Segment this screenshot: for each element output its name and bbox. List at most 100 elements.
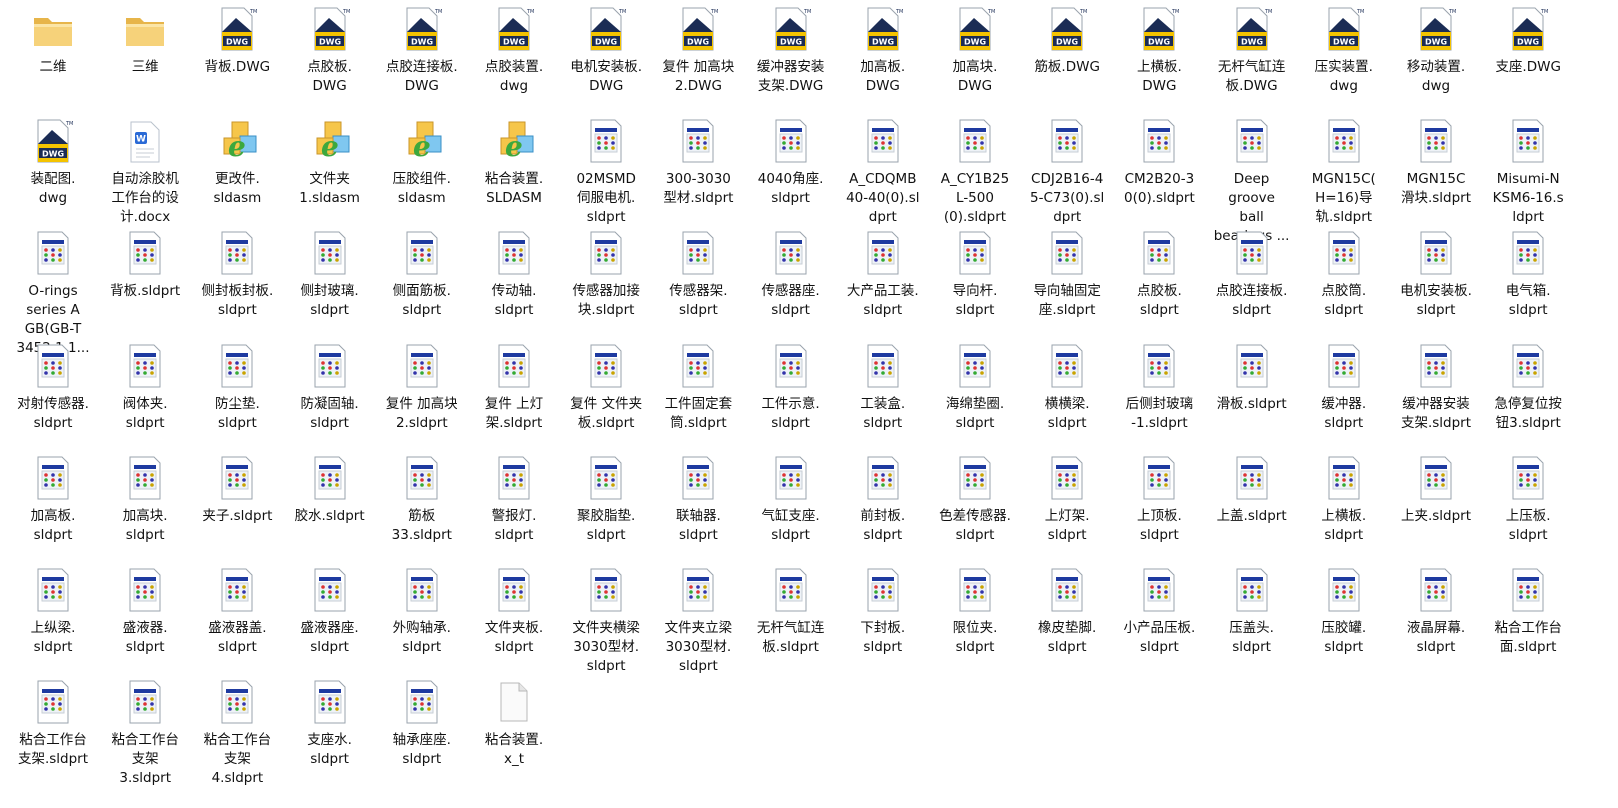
file-item[interactable]: 侧面筋板. sldprt xyxy=(376,228,468,340)
file-item[interactable]: 点胶连接板. sldprt xyxy=(1206,228,1298,340)
file-item[interactable]: 上灯架. sldprt xyxy=(1021,453,1113,565)
file-item[interactable]: 上压板. sldprt xyxy=(1482,453,1574,565)
file-item[interactable]: 防尘垫. sldprt xyxy=(191,341,283,453)
file-item[interactable]: 侧封板封板. sldprt xyxy=(191,228,283,340)
file-item[interactable]: 传感器架. sldprt xyxy=(652,228,744,340)
file-item[interactable]: 粘合装置. x_t xyxy=(468,677,560,789)
file-item[interactable]: 粘合工作台 支架 4.sldprt xyxy=(191,677,283,789)
file-item[interactable]: DWG TM 支座.DWG xyxy=(1482,4,1574,116)
file-item[interactable]: 气缸支座. sldprt xyxy=(745,453,837,565)
file-item[interactable]: 导向杆. sldprt xyxy=(929,228,1021,340)
file-item[interactable]: 加高板. sldprt xyxy=(7,453,99,565)
file-item[interactable]: A_CY1B25 L-500 (0).sldprt xyxy=(929,116,1021,228)
file-item[interactable]: 限位夹. sldprt xyxy=(929,565,1021,677)
file-item[interactable]: 上横板. sldprt xyxy=(1298,453,1390,565)
file-item[interactable]: 胶水.sldprt xyxy=(284,453,376,565)
file-item[interactable]: 防凝固轴. sldprt xyxy=(284,341,376,453)
file-item[interactable]: 加高块. sldprt xyxy=(99,453,191,565)
file-item[interactable]: 橡皮垫脚. sldprt xyxy=(1021,565,1113,677)
file-item[interactable]: 工件固定套 筒.sldprt xyxy=(652,341,744,453)
file-item[interactable]: 文件夹立梁 3030型材. sldprt xyxy=(652,565,744,677)
file-item[interactable]: 点胶板. sldprt xyxy=(1113,228,1205,340)
file-item[interactable]: e 文件夹 1.sldasm xyxy=(284,116,376,228)
file-item[interactable]: 复件 加高块 2.sldprt xyxy=(376,341,468,453)
file-item[interactable]: 文件夹横梁 3030型材. sldprt xyxy=(560,565,652,677)
file-item[interactable]: 二维 xyxy=(7,4,99,116)
file-item[interactable]: CM2B20-3 0(0).sldprt xyxy=(1113,116,1205,228)
file-item[interactable]: 海绵垫圈. sldprt xyxy=(929,341,1021,453)
file-item[interactable]: O-rings series A GB(GB-T 3452.1 1... xyxy=(7,228,99,356)
file-item[interactable]: W 自动涂胶机 工作台的设 计.docx xyxy=(99,116,191,228)
file-item[interactable]: DWG TM 无杆气缸连 板.DWG xyxy=(1206,4,1298,116)
file-item[interactable]: 侧封玻璃. sldprt xyxy=(284,228,376,340)
file-item[interactable]: 传感器座. sldprt xyxy=(745,228,837,340)
file-item[interactable]: DWG TM 复件 加高块 2.DWG xyxy=(652,4,744,116)
file-item[interactable]: 粘合工作台 支架 3.sldprt xyxy=(99,677,191,789)
file-item[interactable]: 工装盒. sldprt xyxy=(837,341,929,453)
file-item[interactable]: 背板.sldprt xyxy=(99,228,191,340)
file-item[interactable]: 警报灯. sldprt xyxy=(468,453,560,565)
file-item[interactable]: 色差传感器. sldprt xyxy=(929,453,1021,565)
file-item[interactable]: 小产品压板. sldprt xyxy=(1113,565,1205,677)
file-item[interactable]: 前封板. sldprt xyxy=(837,453,929,565)
file-item[interactable]: DWG TM 移动装置. dwg xyxy=(1390,4,1482,116)
file-item[interactable]: 缓冲器. sldprt xyxy=(1298,341,1390,453)
file-item[interactable]: DWG TM 点胶板. DWG xyxy=(284,4,376,116)
file-item[interactable]: 对射传感器. sldprt xyxy=(7,341,99,453)
file-item[interactable]: DWG TM 压实装置. dwg xyxy=(1298,4,1390,116)
file-item[interactable]: 点胶筒. sldprt xyxy=(1298,228,1390,340)
file-item[interactable]: 上纵梁. sldprt xyxy=(7,565,99,677)
file-item[interactable]: 支座水. sldprt xyxy=(284,677,376,789)
file-item[interactable]: 上夹.sldprt xyxy=(1390,453,1482,565)
file-item[interactable]: 02MSMD 伺服电机. sldprt xyxy=(560,116,652,228)
file-item[interactable]: 上盖.sldprt xyxy=(1206,453,1298,565)
file-item[interactable]: 复件 文件夹 板.sldprt xyxy=(560,341,652,453)
file-item[interactable]: 液晶屏幕. sldprt xyxy=(1390,565,1482,677)
file-item[interactable]: 筋板 33.sldprt xyxy=(376,453,468,565)
file-item[interactable]: MGN15C( H=16)导 轨.sldprt xyxy=(1298,116,1390,228)
file-item[interactable]: 三维 xyxy=(99,4,191,116)
file-item[interactable]: 盛液器座. sldprt xyxy=(284,565,376,677)
file-item[interactable]: e 粘合装置. SLDASM xyxy=(468,116,560,228)
file-item[interactable]: DWG TM 点胶装置. dwg xyxy=(468,4,560,116)
file-item[interactable]: 粘合工作台 支架.sldprt xyxy=(7,677,99,789)
file-item[interactable]: 复件 上灯 架.sldprt xyxy=(468,341,560,453)
file-item[interactable]: CDJ2B16-4 5-C73(0).sl dprt xyxy=(1021,116,1113,228)
file-item[interactable]: 聚胶脂垫. sldprt xyxy=(560,453,652,565)
file-item[interactable]: e 更改件. sldasm xyxy=(191,116,283,228)
file-item[interactable]: DWG TM 筋板.DWG xyxy=(1021,4,1113,116)
file-item[interactable]: 缓冲器安装 支架.sldprt xyxy=(1390,341,1482,453)
file-item[interactable]: 盛液器盖. sldprt xyxy=(191,565,283,677)
file-item[interactable]: 文件夹板. sldprt xyxy=(468,565,560,677)
file-item[interactable]: e 压胶组件. sldasm xyxy=(376,116,468,228)
file-item[interactable]: 无杆气缸连 板.sldprt xyxy=(745,565,837,677)
file-item[interactable]: 滑板.sldprt xyxy=(1206,341,1298,453)
file-item[interactable]: 横横梁. sldprt xyxy=(1021,341,1113,453)
file-item[interactable]: 压盖头. sldprt xyxy=(1206,565,1298,677)
file-item[interactable]: 工件示意. sldprt xyxy=(745,341,837,453)
file-item[interactable]: 大产品工装. sldprt xyxy=(837,228,929,340)
file-item[interactable]: DWG TM 装配图. dwg xyxy=(7,116,99,228)
file-item[interactable]: 下封板. sldprt xyxy=(837,565,929,677)
file-item[interactable]: 传动轴. sldprt xyxy=(468,228,560,340)
file-item[interactable]: DWG TM 上横板. DWG xyxy=(1113,4,1205,116)
file-item[interactable]: 300-3030 型材.sldprt xyxy=(652,116,744,228)
file-item[interactable]: DWG TM 背板.DWG xyxy=(191,4,283,116)
file-item[interactable]: DWG TM 加高块. DWG xyxy=(929,4,1021,116)
file-item[interactable]: DWG TM 电机安装板. DWG xyxy=(560,4,652,116)
file-item[interactable]: A_CDQMB 40-40(0).sl dprt xyxy=(837,116,929,228)
file-item[interactable]: 急停复位按 钮3.sldprt xyxy=(1482,341,1574,453)
file-item[interactable]: Misumi-N KSM6-16.s ldprt xyxy=(1482,116,1574,228)
file-item[interactable]: 传感器加接 块.sldprt xyxy=(560,228,652,340)
file-item[interactable]: 后侧封玻璃 -1.sldprt xyxy=(1113,341,1205,453)
file-item[interactable]: 电气箱. sldprt xyxy=(1482,228,1574,340)
file-item[interactable]: 导向轴固定 座.sldprt xyxy=(1021,228,1113,340)
file-item[interactable]: 轴承座座. sldprt xyxy=(376,677,468,789)
file-item[interactable]: 盛液器. sldprt xyxy=(99,565,191,677)
file-item[interactable]: 联轴器. sldprt xyxy=(652,453,744,565)
file-item[interactable]: 粘合工作台 面.sldprt xyxy=(1482,565,1574,677)
file-item[interactable]: 夹子.sldprt xyxy=(191,453,283,565)
file-item[interactable]: 上顶板. sldprt xyxy=(1113,453,1205,565)
file-item[interactable]: DWG TM 点胶连接板. DWG xyxy=(376,4,468,116)
file-item[interactable]: DWG TM 加高板. DWG xyxy=(837,4,929,116)
